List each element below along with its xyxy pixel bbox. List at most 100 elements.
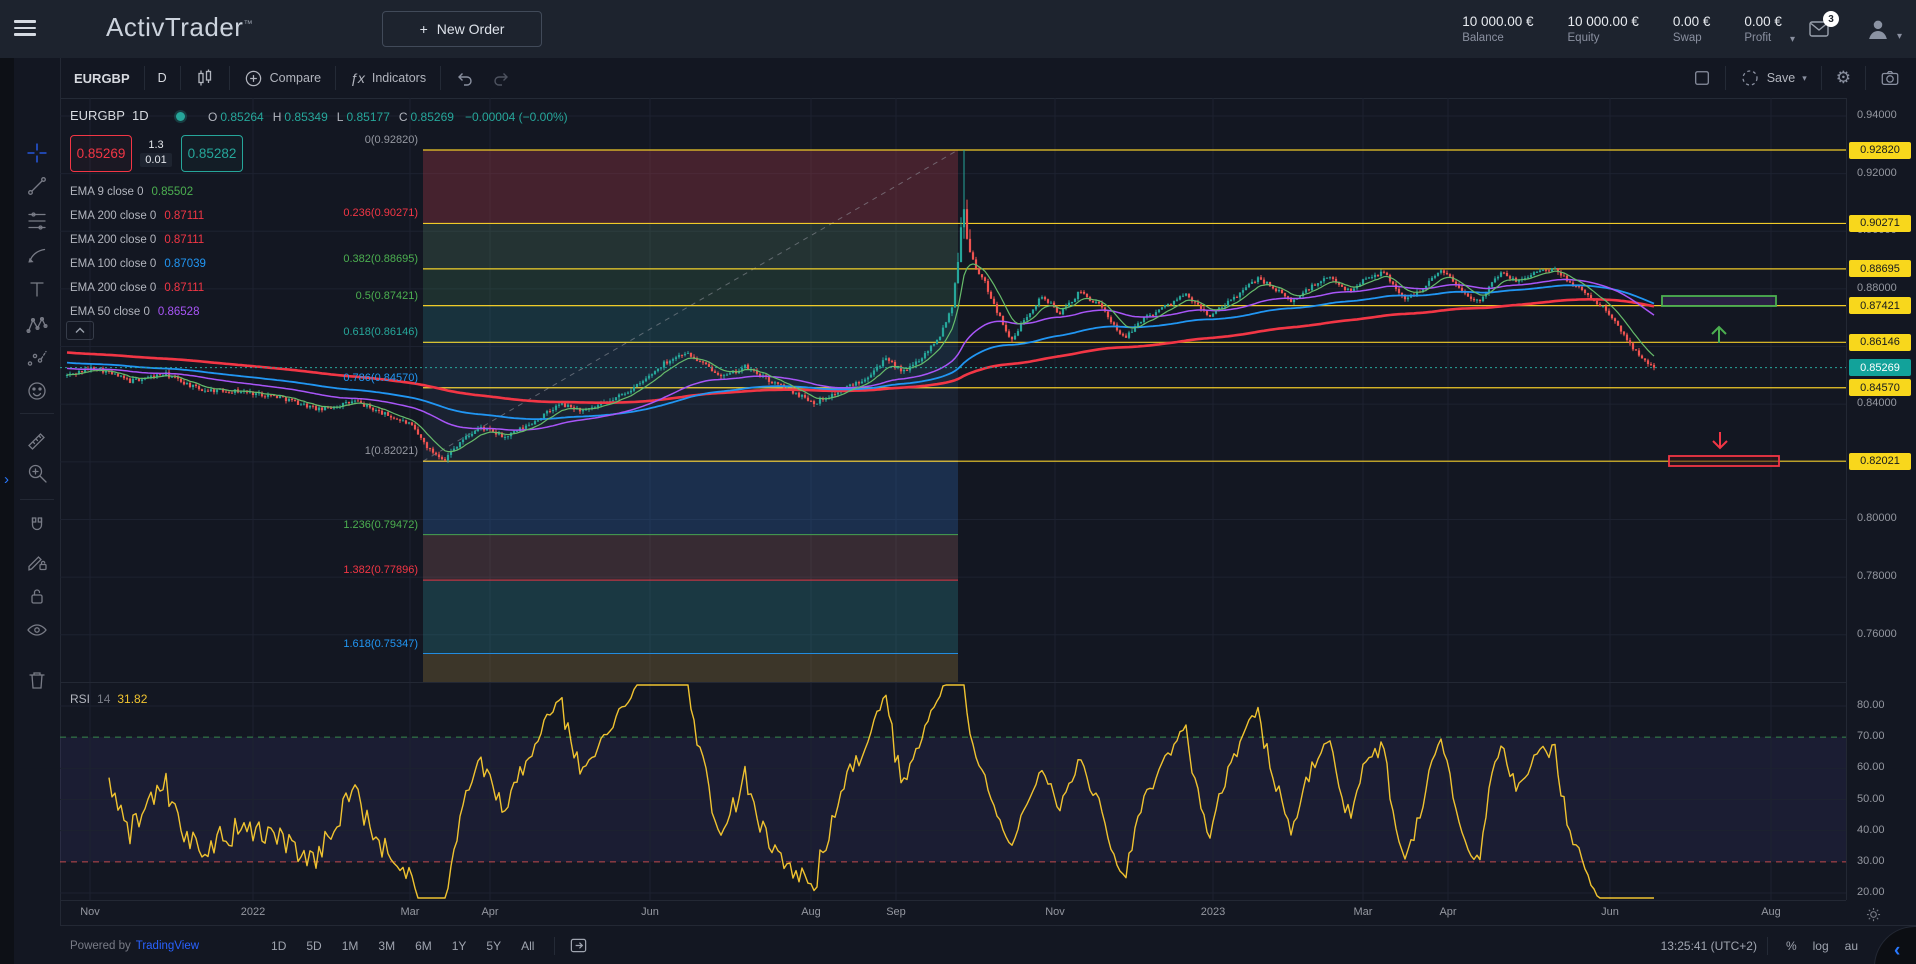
ohlc-open-value: 0.85264 xyxy=(220,110,263,124)
top-bar: ActivTrader™ + New Order 10 000.00 €Bala… xyxy=(0,0,1916,59)
range-button-3m[interactable]: 3M xyxy=(368,936,405,956)
fib-level-label: 1.382(0.77896) xyxy=(0,564,418,576)
time-label: Aug xyxy=(781,906,841,918)
save-layout-button[interactable]: Save ▾ xyxy=(1726,58,1821,98)
cloud-icon xyxy=(1740,68,1760,88)
redo-button[interactable] xyxy=(489,58,525,98)
time-label: Nov xyxy=(1025,906,1085,918)
price-badge-level: 0.88695 xyxy=(1849,260,1911,277)
toolbar-divider xyxy=(20,413,54,414)
symbol-search-button[interactable]: EURGBP xyxy=(60,58,144,98)
price-axis[interactable]: 0.940000.920000.900000.880000.840000.800… xyxy=(1846,98,1916,900)
menu-icon[interactable] xyxy=(14,20,36,36)
trend-line-icon xyxy=(26,175,48,197)
price-tick: 0.80000 xyxy=(1857,512,1897,524)
stat-label: Balance xyxy=(1462,32,1504,44)
go-to-date-button[interactable] xyxy=(565,926,592,964)
candles-icon xyxy=(195,68,215,88)
account-stat-swap: 0.00 €Swap xyxy=(1673,14,1711,44)
rsi-chart-canvas[interactable] xyxy=(60,683,1846,900)
rsi-value: 31.82 xyxy=(117,692,147,706)
main-chart-canvas[interactable] xyxy=(60,98,1846,683)
compare-button[interactable]: Compare xyxy=(230,58,335,98)
price-tick: 0.84000 xyxy=(1857,397,1897,409)
axis-settings-button[interactable] xyxy=(1862,903,1884,925)
user-menu-button[interactable]: ▾ xyxy=(1865,16,1902,42)
account-stat-equity: 10 000.00 €Equity xyxy=(1568,14,1639,44)
tool-zoom-in[interactable] xyxy=(22,458,52,488)
chart-style-button[interactable] xyxy=(181,58,229,98)
range-button-5d[interactable]: 5D xyxy=(296,936,331,956)
chart-settings-button[interactable]: ⚙ xyxy=(1822,58,1865,98)
expand-panel-button[interactable]: › xyxy=(0,466,13,492)
legend-symbol[interactable]: EURGBP xyxy=(70,108,125,123)
fib-level-label: 1(0.82021) xyxy=(0,445,418,457)
save-label: Save xyxy=(1767,71,1796,85)
time-label: Mar xyxy=(1333,906,1393,918)
stat-value: 10 000.00 € xyxy=(1462,14,1533,29)
time-label: Apr xyxy=(1418,906,1478,918)
tool-lock[interactable] xyxy=(22,581,52,611)
account-stats: 10 000.00 € Balance 10 000.00 €Equity 0.00 … xyxy=(1462,14,1782,44)
fib-level-label: 1.618(0.75347) xyxy=(0,638,418,650)
tool-trend-line[interactable] xyxy=(22,171,52,201)
legend-ohlc: O0.85264 H0.85349 L0.85177 C0.85269 −0.0… xyxy=(208,110,568,124)
price-badge-level: 0.84570 xyxy=(1849,379,1911,396)
time-label: Nov xyxy=(60,906,120,918)
account-stat-balance: 10 000.00 € Balance xyxy=(1462,14,1533,44)
tool-forecast[interactable] xyxy=(22,343,52,373)
new-order-button[interactable]: + New Order xyxy=(382,11,542,47)
ohlc-close-value: 0.85269 xyxy=(411,110,454,124)
account-stat-profit: 0.00 €Profit xyxy=(1744,14,1782,44)
log-scale-button[interactable]: log xyxy=(1805,936,1837,956)
price-tick: 0.76000 xyxy=(1857,628,1897,640)
indicator-row[interactable]: EMA 9 close 00.85502 xyxy=(70,180,206,204)
user-dropdown-icon: ▾ xyxy=(1897,31,1902,42)
go-to-date-icon xyxy=(569,936,588,955)
profit-dropdown-icon[interactable]: ▾ xyxy=(1790,34,1795,45)
activtrader-app: ActivTrader™ + New Order 10 000.00 €Bala… xyxy=(0,0,1916,964)
rsi-tick: 70.00 xyxy=(1857,730,1885,742)
ohlc-low-value: 0.85177 xyxy=(346,110,389,124)
undo-button[interactable] xyxy=(441,58,489,98)
legend-interval[interactable]: 1D xyxy=(132,108,149,123)
rsi-tick: 40.00 xyxy=(1857,824,1885,836)
notifications-button[interactable]: 3 xyxy=(1807,18,1831,40)
range-button-5y[interactable]: 5Y xyxy=(476,936,511,956)
range-button-1y[interactable]: 1Y xyxy=(442,936,477,956)
compare-label: Compare xyxy=(270,71,321,85)
multichart-button[interactable] xyxy=(1679,58,1725,98)
stat-value: 0.00 € xyxy=(1744,14,1782,29)
indicator-name: EMA 9 close 0 xyxy=(70,186,144,198)
tool-trash[interactable] xyxy=(22,665,52,695)
range-button-1m[interactable]: 1M xyxy=(332,936,369,956)
rsi-period: 14 xyxy=(97,692,110,706)
gear-icon: ⚙ xyxy=(1836,68,1851,88)
indicator-row[interactable]: EMA 200 close 00.87111 xyxy=(70,228,206,252)
indicators-button[interactable]: ƒx Indicators xyxy=(336,58,440,98)
interval-button[interactable]: D xyxy=(145,58,180,98)
new-order-label: New Order xyxy=(437,21,505,37)
rsi-legend[interactable]: RSI 14 31.82 xyxy=(70,692,147,706)
fib-level-label: 0.618(0.86146) xyxy=(0,326,418,338)
percent-scale-button[interactable]: % xyxy=(1778,936,1805,956)
undo-icon xyxy=(455,68,475,88)
time-axis[interactable]: Nov2022MarAprJunAugSepNov2023MarAprJunAu… xyxy=(60,900,1846,926)
layout-square-icon xyxy=(1693,69,1711,87)
range-button-1d[interactable]: 1D xyxy=(261,936,296,956)
collapse-bottom-panel-button[interactable]: ‹ xyxy=(1894,940,1900,962)
time-label: Jun xyxy=(620,906,680,918)
divider xyxy=(1767,937,1768,955)
rsi-name: RSI xyxy=(70,692,90,706)
tradingview-link[interactable]: TradingView xyxy=(136,940,199,952)
price-badge-level: 0.87421 xyxy=(1849,297,1911,314)
auto-scale-button[interactable]: au xyxy=(1837,936,1866,956)
range-button-6m[interactable]: 6M xyxy=(405,936,442,956)
clock-label[interactable]: 13:25:41 (UTC+2) xyxy=(1661,939,1757,953)
notification-count-badge: 3 xyxy=(1823,11,1839,27)
snapshot-button[interactable] xyxy=(1866,58,1916,98)
range-button-all[interactable]: All xyxy=(511,936,544,956)
fx-icon: ƒx xyxy=(350,70,365,86)
pane-separator[interactable] xyxy=(60,682,1916,683)
indicator-name: EMA 50 close 0 xyxy=(70,306,150,318)
